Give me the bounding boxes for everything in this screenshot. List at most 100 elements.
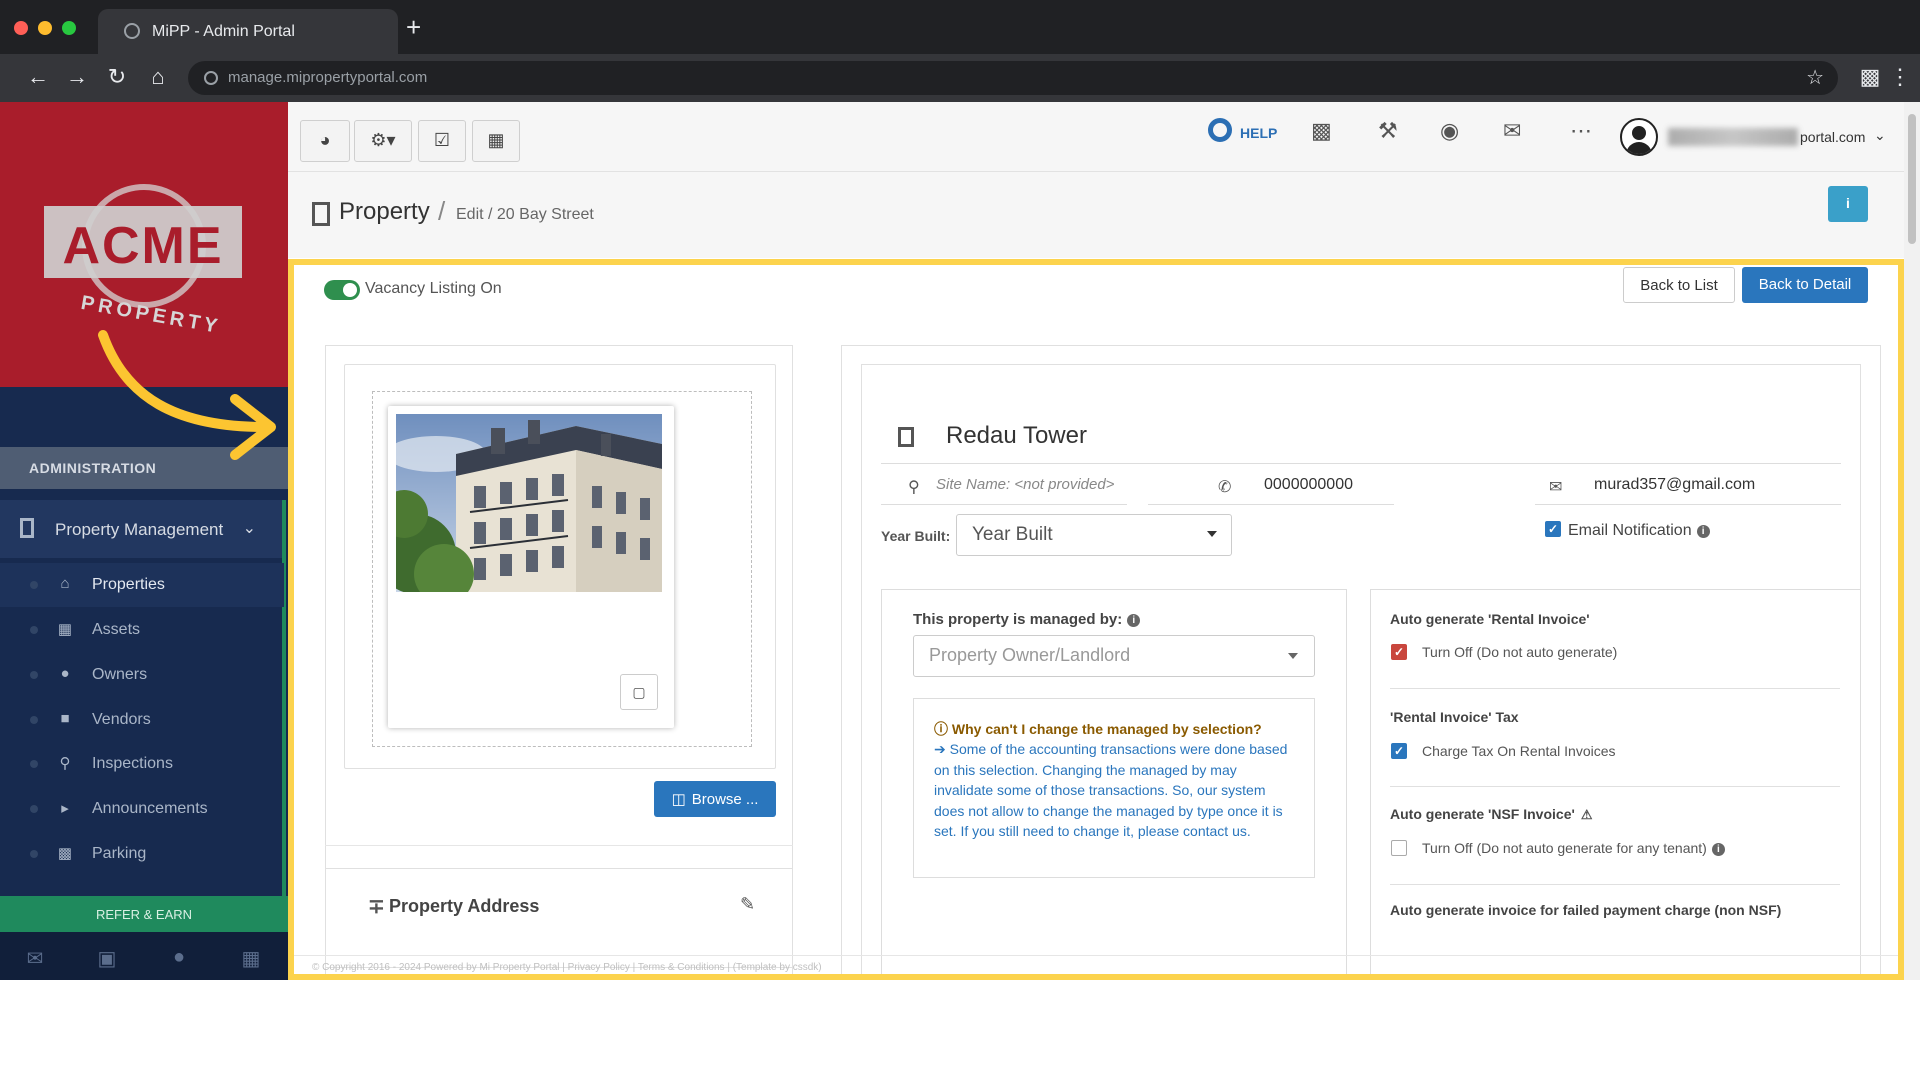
scrollbar-thumb[interactable] — [1908, 114, 1916, 244]
vacancy-listing-toggle[interactable] — [324, 280, 360, 300]
sidebar-item-announcements[interactable]: ▸ Announcements — [0, 787, 284, 831]
year-built-select[interactable]: Year Built — [956, 514, 1232, 556]
back-to-detail-button[interactable]: Back to Detail — [1742, 267, 1868, 303]
calculator-button[interactable]: ▦ — [472, 120, 520, 162]
email-notification-checkbox[interactable]: ✓ — [1545, 521, 1561, 537]
chevron-down-icon[interactable]: ⌄ — [243, 518, 256, 538]
refer-and-earn-button[interactable]: REFER & EARN — [0, 896, 288, 932]
browse-photo-button[interactable]: ◫ Browse ... — [654, 781, 776, 817]
sidebar-group-property-management[interactable]: Property Management ⌄ — [0, 500, 284, 558]
signpost-icon: ∓ — [368, 896, 385, 918]
briefcase-icon[interactable]: ▣ — [94, 946, 120, 971]
home-icon: ⌂ — [60, 575, 70, 592]
bookmark-star-icon[interactable]: ☆ — [1806, 65, 1824, 90]
year-built-label: Year Built: — [881, 528, 951, 544]
minimize-window-dot[interactable] — [38, 21, 52, 35]
user-icon[interactable]: ● — [166, 946, 192, 969]
sidebar-item-label: Vendors — [92, 711, 151, 728]
avatar[interactable] — [1620, 118, 1658, 156]
menu-dot — [30, 716, 38, 724]
settings-icon: ⚙▾ — [370, 130, 396, 150]
more-icon[interactable]: ⋯ — [1570, 118, 1592, 144]
warning-icon[interactable]: ⚠ — [1581, 807, 1593, 823]
info-icon[interactable]: i — [1711, 843, 1725, 856]
browser-tab[interactable]: MiPP - Admin Portal — [98, 9, 398, 54]
top-toolbar: ◕ ⚙▾ ☑ ▦ HELP ▩ ⚒ ◉ ✉ ⋯ portal.com ⌄ — [288, 102, 1904, 172]
dashboard-button[interactable]: ◕ — [300, 120, 350, 162]
rental-invoice-off-checkbox[interactable]: ✓ — [1391, 644, 1407, 660]
managed-by-text: This property is managed by: — [913, 611, 1123, 628]
settings-dropdown-button[interactable]: ⚙▾ — [354, 120, 412, 162]
property-address-title: Property Address — [389, 896, 540, 916]
info-icon[interactable]: i — [1696, 525, 1710, 538]
property-name[interactable]: Redau Tower — [946, 422, 1087, 450]
globe-icon — [124, 23, 140, 39]
sidebar-item-assets[interactable]: ▦ Assets — [0, 608, 284, 652]
back-to-list-button[interactable]: Back to List — [1623, 267, 1735, 303]
email-field[interactable]: murad357@gmail.com — [1594, 476, 1755, 494]
managed-by-select[interactable]: Property Owner/Landlord — [913, 635, 1315, 677]
calculator-icon[interactable]: ▦ — [238, 946, 264, 971]
forward-arrow-icon[interactable]: → — [63, 64, 91, 90]
delete-photo-button[interactable]: ▢ — [620, 674, 658, 710]
lifebuoy-icon — [1208, 118, 1232, 142]
email-notification-text: Email Notification — [1568, 522, 1692, 539]
page-info-button[interactable]: i — [1828, 186, 1868, 222]
sidebar-item-vendors[interactable]: ■ Vendors — [0, 698, 284, 742]
browser-tab-bar: MiPP - Admin Portal + — [0, 0, 1920, 54]
phone-underline — [1148, 504, 1394, 505]
site-info-icon[interactable] — [204, 71, 218, 85]
calendar-button[interactable]: ☑ — [418, 120, 466, 162]
sidebar-item-inspections[interactable]: ⚲ Inspections — [0, 742, 284, 786]
email-underline — [1535, 504, 1841, 505]
section-divider — [1390, 884, 1840, 885]
note-text: ➔ Some of the accounting transactions we… — [934, 739, 1294, 842]
sidebar-item-parking[interactable]: ▩ Parking — [0, 832, 284, 876]
chart-icon[interactable]: ▩ — [1311, 118, 1332, 144]
building-icon — [20, 518, 34, 538]
info-icon[interactable]: i — [1127, 614, 1141, 627]
note-body: Some of the accounting transactions were… — [934, 741, 1288, 839]
property-photo — [396, 414, 662, 592]
brand-logo[interactable]: ACME PROPERTY — [0, 102, 288, 387]
edit-icon[interactable]: ✎ — [740, 894, 755, 915]
briefcase-icon: ■ — [60, 710, 70, 727]
site-name-underline — [881, 504, 1127, 505]
extensions-icon[interactable]: ▩ — [1856, 64, 1884, 90]
nsf-invoice-off-checkbox[interactable] — [1391, 840, 1407, 856]
sidebar-item-properties[interactable]: ⌂ Properties — [0, 563, 284, 607]
browser-toolbar: ← → ↻ ⌂ manage.mipropertyportal.com ☆ ▩ … — [0, 54, 1920, 102]
email-notification-label: Email Notification i — [1568, 522, 1710, 540]
page-scrollbar[interactable] — [1904, 102, 1920, 980]
app-root: ACME PROPERTY ADMINISTRATION Property Ma… — [0, 102, 1920, 980]
eye-icon[interactable]: ◉ — [1440, 118, 1459, 144]
new-tab-button[interactable]: + — [406, 14, 421, 40]
close-window-dot[interactable] — [14, 21, 28, 35]
avatar-head — [1632, 126, 1646, 140]
logo-text: ACME — [62, 217, 224, 275]
wrench-icon[interactable]: ⚒ — [1378, 118, 1398, 144]
site-name-field[interactable]: Site Name: <not provided> — [936, 476, 1114, 493]
reload-icon[interactable]: ↻ — [103, 64, 131, 90]
redacted-email — [1668, 128, 1798, 146]
address-bar[interactable]: manage.mipropertyportal.com ☆ — [188, 61, 1838, 95]
sidebar-item-label: Properties — [92, 576, 165, 593]
url-text[interactable]: manage.mipropertyportal.com — [228, 69, 427, 86]
menu-dot — [30, 760, 38, 768]
calendar-icon: ☑ — [433, 130, 451, 150]
browser-menu-icon[interactable]: ⋮ — [1886, 64, 1914, 90]
sidebar-item-owners[interactable]: ● Owners — [0, 653, 284, 697]
home-icon[interactable]: ⌂ — [144, 64, 172, 90]
section-divider — [1390, 688, 1840, 689]
phone-field[interactable]: 0000000000 — [1264, 476, 1353, 494]
envelope-icon[interactable]: ✉ — [22, 946, 48, 971]
zoom-window-dot[interactable] — [62, 21, 76, 35]
section-divider — [1390, 786, 1840, 787]
year-built-value: Year Built — [972, 524, 1053, 545]
charge-tax-checkbox[interactable]: ✓ — [1391, 743, 1407, 759]
breadcrumb: Edit / 20 Bay Street — [456, 206, 594, 223]
envelope-icon: ✉ — [1549, 479, 1563, 496]
browse-label: Browse ... — [691, 791, 759, 808]
envelope-icon[interactable]: ✉ — [1503, 118, 1521, 144]
back-arrow-icon[interactable]: ← — [24, 64, 52, 90]
